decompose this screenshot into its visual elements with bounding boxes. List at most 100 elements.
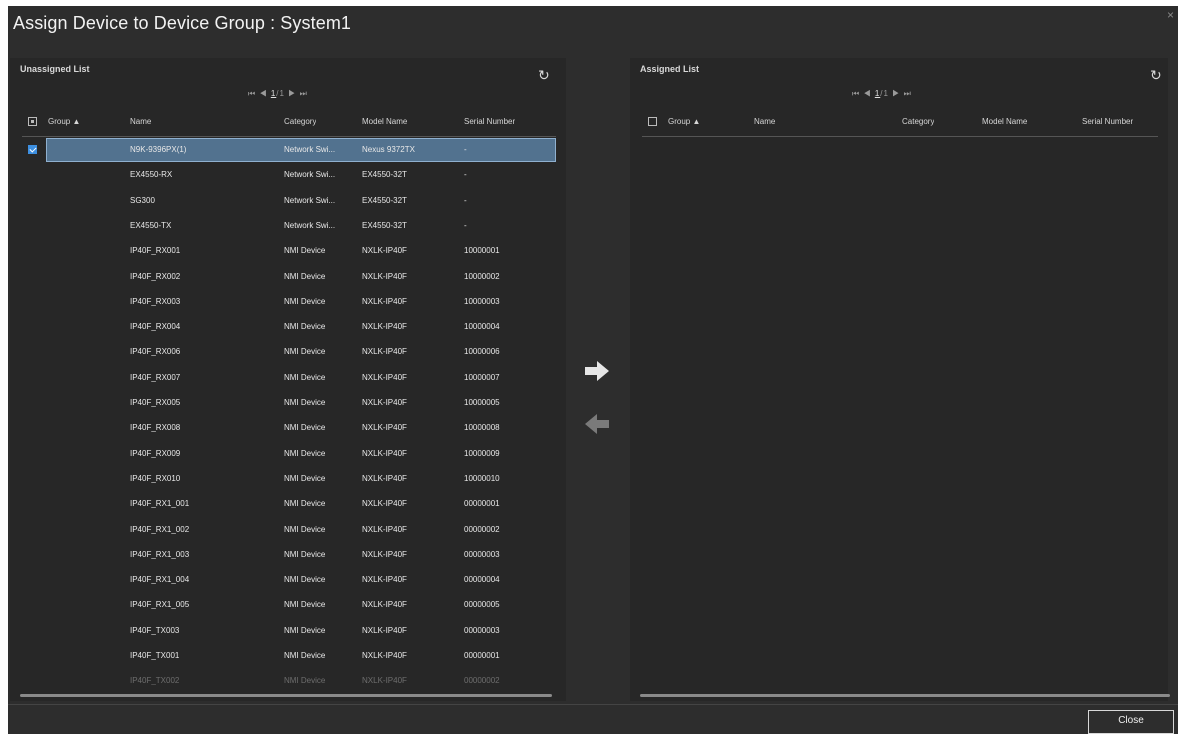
assigned-table-header: Group ▲ Name Category Model Name Serial … [642, 108, 1158, 137]
unassigned-pager: ⏮ ◀ 1/1 ▶ ⏭ [248, 89, 308, 99]
table-row[interactable]: IP40F_RX008 NMI Device NXLK-IP40F 10000008 [22, 416, 556, 440]
table-row[interactable]: IP40F_RX009 NMI Device NXLK-IP40F 10000009 [22, 442, 556, 466]
row-checkbox[interactable] [28, 145, 37, 154]
assign-arrow-button[interactable] [583, 359, 611, 383]
table-row[interactable]: IP40F_TX003 NMI Device NXLK-IP40F 00000003 [22, 619, 556, 643]
table-row[interactable]: N9K-9396PX(1) Network Swi... Nexus 9372TX - [22, 138, 556, 162]
arrow-left-icon [585, 414, 609, 434]
prev-page-icon[interactable]: ◀ [863, 89, 871, 98]
cell-category: NMI Device [284, 625, 326, 635]
cell-serial: 10000006 [464, 347, 500, 357]
table-row[interactable]: IP40F_RX010 NMI Device NXLK-IP40F 10000010 [22, 467, 556, 491]
select-all-checkbox[interactable] [28, 117, 37, 126]
column-header-name[interactable]: Name [754, 108, 775, 136]
table-row[interactable]: IP40F_TX002 NMI Device NXLK-IP40F 00000002 [22, 669, 556, 693]
first-page-icon[interactable]: ⏮ [852, 89, 860, 98]
refresh-icon[interactable]: ↻ [1150, 68, 1162, 82]
horizontal-scrollbar[interactable] [20, 694, 552, 697]
table-row[interactable]: IP40F_TX001 NMI Device NXLK-IP40F 00000001 [22, 644, 556, 668]
table-row[interactable]: IP40F_RX1_003 NMI Device NXLK-IP40F 0000000… [22, 543, 556, 567]
cell-serial: 10000010 [464, 473, 500, 483]
group-header-label: Group [48, 117, 71, 126]
assigned-pager: ⏮ ◀ 1/1 ▶ ⏭ [852, 89, 912, 99]
cell-model: NXLK-IP40F [362, 296, 407, 306]
unassigned-panel: Unassigned List ↻ ⏮ ◀ 1/1 ▶ ⏭ Group ▲ Na… [10, 58, 566, 701]
prev-page-icon[interactable]: ◀ [259, 89, 267, 98]
cell-category: Network Swi... [284, 170, 336, 180]
cell-model: NXLK-IP40F [362, 499, 407, 509]
cell-name: IP40F_RX002 [130, 271, 181, 281]
table-row[interactable]: IP40F_RX005 NMI Device NXLK-IP40F 10000005 [22, 391, 556, 415]
cell-serial: 00000002 [464, 676, 500, 686]
cell-model: NXLK-IP40F [362, 651, 407, 660]
cell-model: NXLK-IP40F [362, 575, 407, 585]
column-header-category[interactable]: Category [284, 108, 316, 136]
table-row[interactable]: EX4550-TX Network Swi... EX4550-32T - [22, 214, 556, 238]
column-header-serial-number[interactable]: Serial Number [1082, 108, 1133, 136]
cell-serial: 00000001 [464, 651, 500, 660]
cell-serial: 00000005 [464, 600, 500, 610]
column-header-category[interactable]: Category [902, 108, 934, 136]
cell-serial: 10000004 [464, 322, 500, 332]
table-row[interactable]: IP40F_RX1_004 NMI Device NXLK-IP40F 0000000… [22, 568, 556, 592]
cell-name: N9K-9396PX(1) [130, 145, 187, 154]
column-header-name[interactable]: Name [130, 108, 151, 136]
cell-name: IP40F_RX1_005 [130, 600, 190, 610]
table-row[interactable]: IP40F_RX1_002 NMI Device NXLK-IP40F 0000000… [22, 518, 556, 542]
table-row[interactable]: IP40F_RX1_005 NMI Device NXLK-IP40F 0000000… [22, 593, 556, 617]
cell-name: IP40F_TX003 [130, 625, 180, 635]
cell-name: EX4550-RX [130, 170, 173, 180]
table-row[interactable]: IP40F_RX001 NMI Device NXLK-IP40F 10000001 [22, 239, 556, 263]
cell-serial: 10000008 [464, 423, 500, 433]
cell-model: NXLK-IP40F [362, 600, 407, 610]
column-header-serial-number[interactable]: Serial Number [464, 108, 515, 136]
last-page-icon[interactable]: ⏭ [300, 89, 308, 98]
cell-serial: 00000001 [464, 499, 500, 509]
close-button[interactable]: Close [1088, 710, 1174, 734]
table-row[interactable]: IP40F_RX002 NMI Device NXLK-IP40F 10000002 [22, 265, 556, 289]
table-row[interactable]: IP40F_RX006 NMI Device NXLK-IP40F 10000006 [22, 340, 556, 364]
column-header-group[interactable]: Group ▲ [668, 108, 700, 136]
horizontal-scrollbar[interactable] [640, 694, 1170, 697]
cell-model: NXLK-IP40F [362, 676, 407, 686]
cell-name: IP40F_RX1_001 [130, 499, 190, 509]
assigned-table-body [642, 138, 1158, 693]
cell-category: NMI Device [284, 676, 326, 686]
column-header-model-name[interactable]: Model Name [982, 108, 1027, 136]
cell-category: NMI Device [284, 296, 326, 306]
cell-model: NXLK-IP40F [362, 549, 407, 559]
unassign-arrow-button[interactable] [583, 412, 611, 436]
last-page-icon[interactable]: ⏭ [904, 89, 912, 98]
cell-name: IP40F_RX1_004 [130, 575, 190, 585]
select-all-checkbox[interactable] [648, 117, 657, 126]
cell-serial: 10000003 [464, 296, 500, 306]
cell-model: NXLK-IP40F [362, 246, 407, 256]
cell-category: NMI Device [284, 575, 326, 585]
first-page-icon[interactable]: ⏮ [248, 89, 256, 98]
table-row[interactable]: SG300 Network Swi... EX4550-32T - [22, 189, 556, 213]
cell-category: Network Swi... [284, 195, 336, 205]
close-x-icon[interactable]: × [1167, 8, 1174, 22]
cell-category: NMI Device [284, 549, 326, 559]
table-row[interactable]: IP40F_RX007 NMI Device NXLK-IP40F 10000007 [22, 366, 556, 390]
table-row[interactable]: IP40F_RX004 NMI Device NXLK-IP40F 10000004 [22, 315, 556, 339]
total-pages: 1 [279, 89, 285, 98]
refresh-icon[interactable]: ↻ [538, 68, 550, 82]
cell-name: IP40F_RX003 [130, 296, 181, 306]
next-page-icon[interactable]: ▶ [892, 89, 900, 98]
table-row[interactable]: IP40F_RX1_001 NMI Device NXLK-IP40F 0000000… [22, 492, 556, 516]
cell-name: IP40F_RX007 [130, 372, 181, 382]
cell-name: IP40F_RX004 [130, 322, 181, 332]
cell-serial: 10000009 [464, 448, 500, 458]
total-pages: 1 [883, 89, 889, 98]
table-row[interactable]: EX4550-RX Network Swi... EX4550-32T - [22, 163, 556, 187]
cell-model: NXLK-IP40F [362, 322, 407, 332]
column-header-model-name[interactable]: Model Name [362, 108, 407, 136]
cell-serial: 10000001 [464, 246, 500, 256]
cell-name: IP40F_RX1_002 [130, 524, 190, 534]
column-header-group[interactable]: Group ▲ [48, 108, 80, 136]
table-row[interactable]: IP40F_RX003 NMI Device NXLK-IP40F 10000003 [22, 290, 556, 314]
next-page-icon[interactable]: ▶ [288, 89, 296, 98]
cell-model: NXLK-IP40F [362, 625, 407, 635]
cell-category: NMI Device [284, 499, 326, 509]
